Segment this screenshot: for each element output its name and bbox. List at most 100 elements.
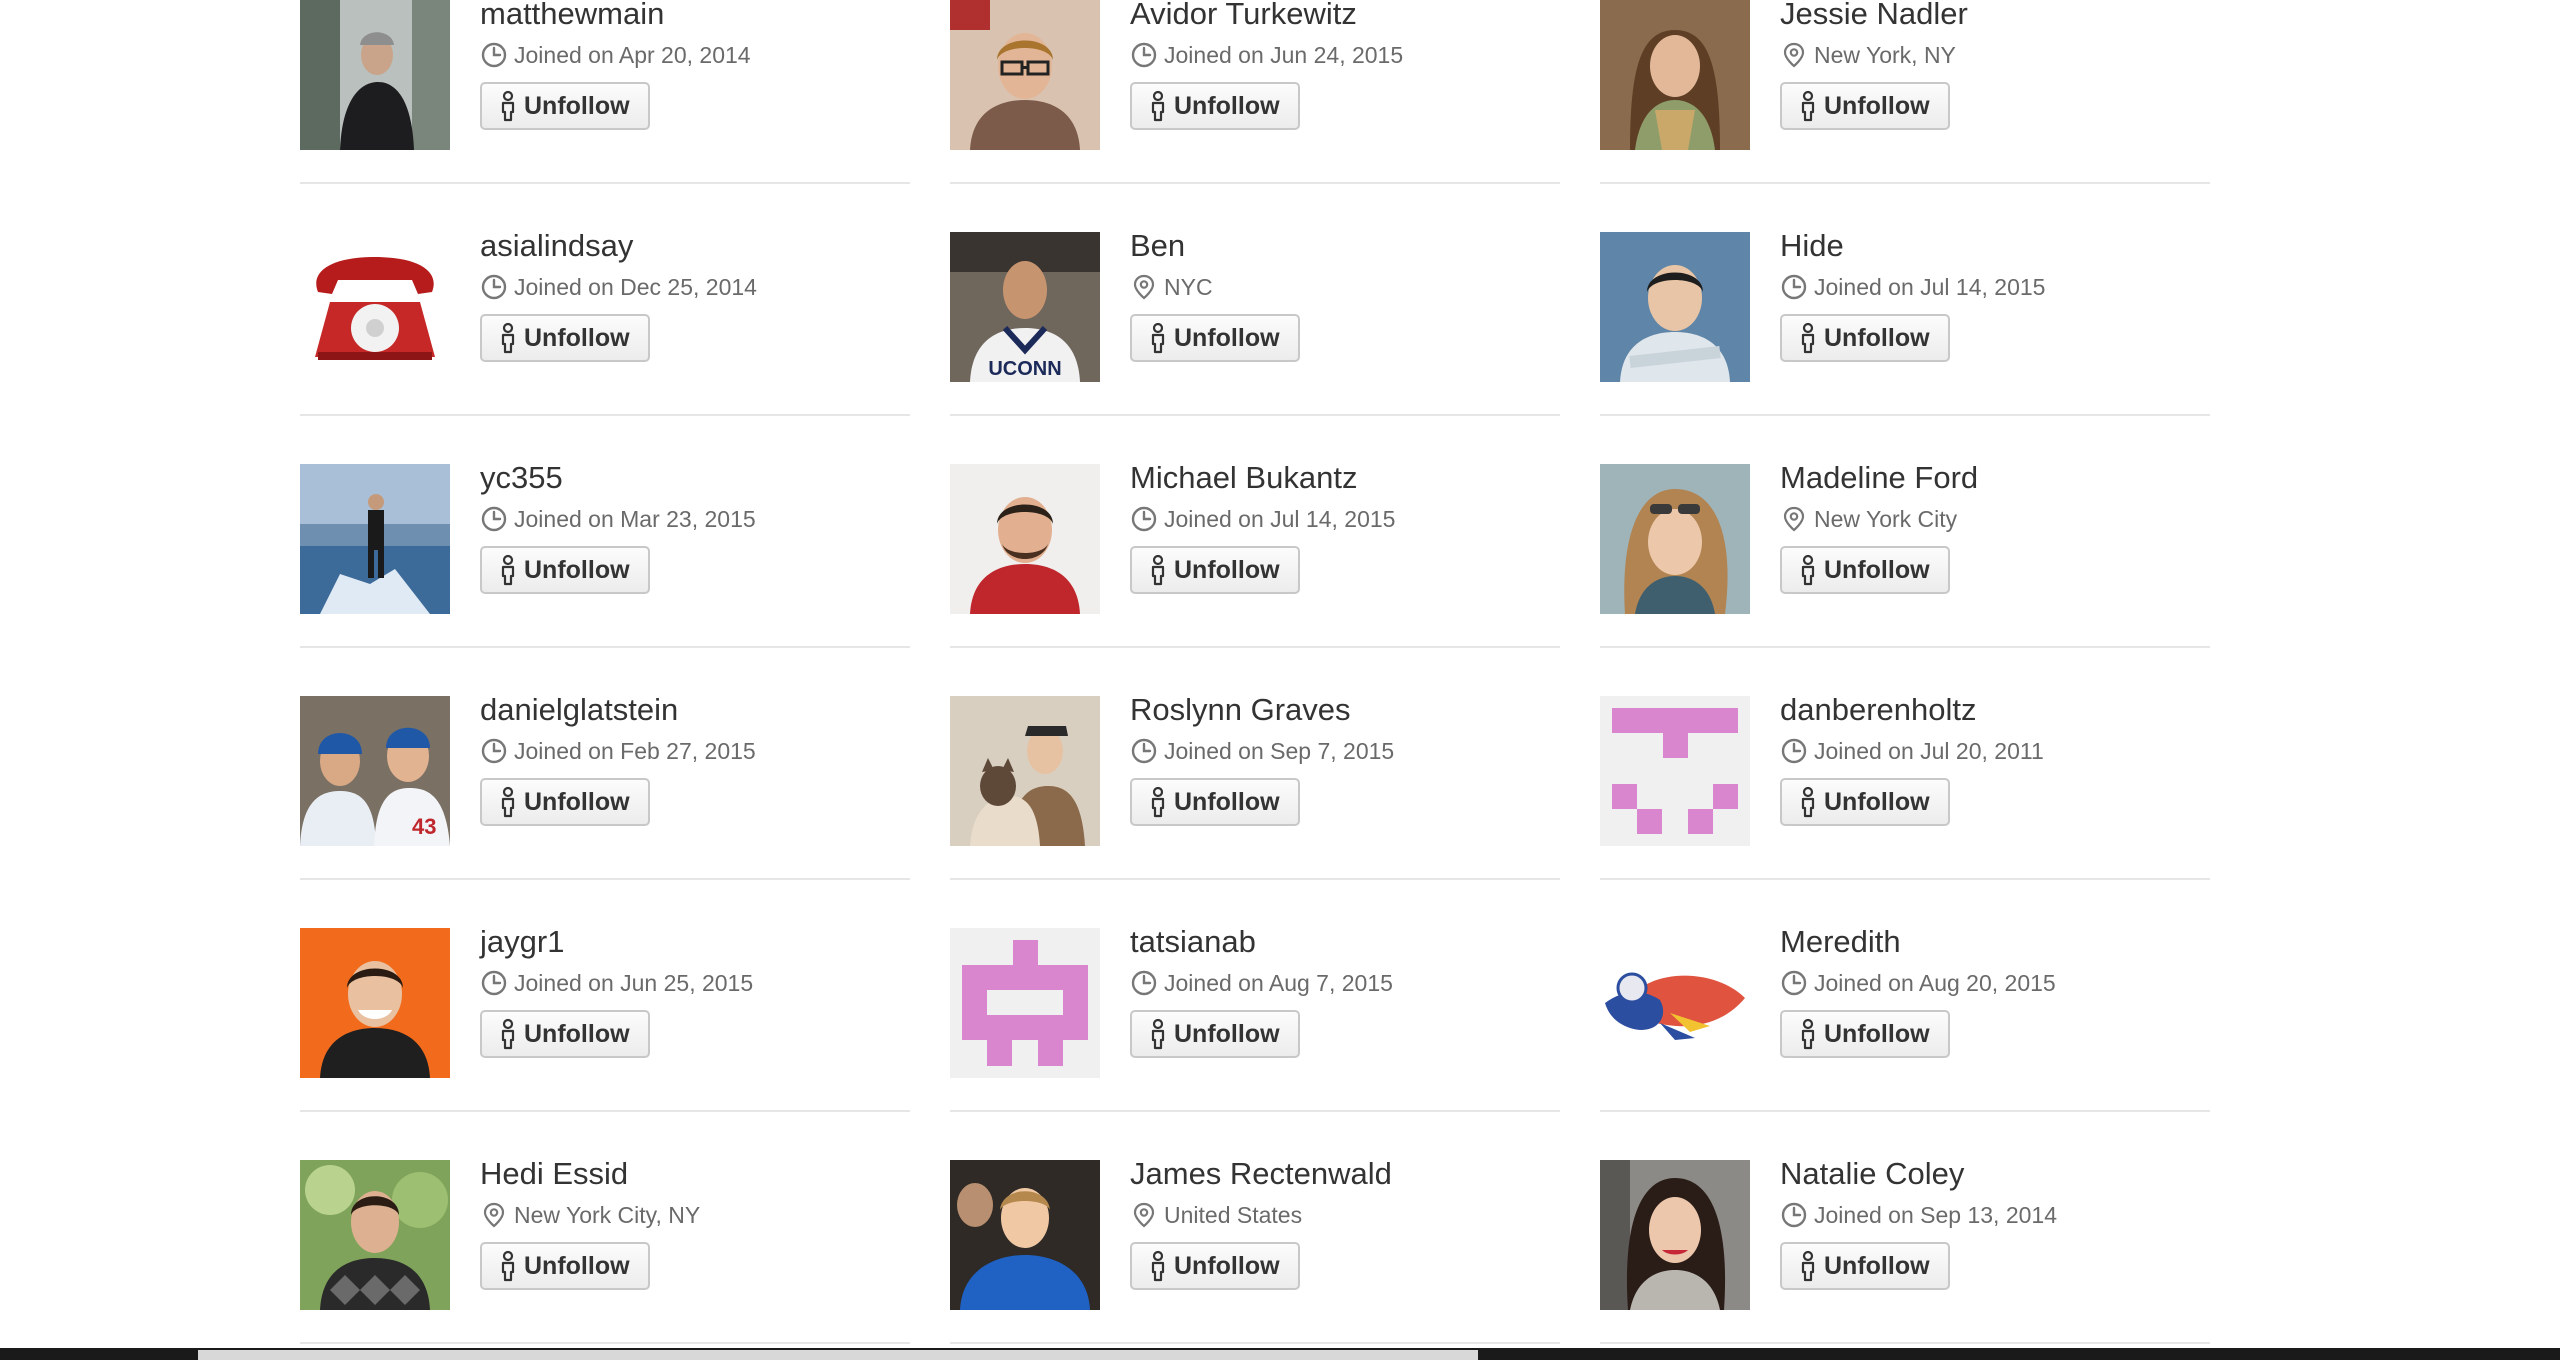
user-name[interactable]: Roslynn Graves <box>1130 692 1394 728</box>
unfollow-label: Unfollow <box>1824 787 1930 816</box>
user-name[interactable]: Meredith <box>1780 924 2056 960</box>
user-name[interactable]: Hedi Essid <box>480 1156 700 1192</box>
location-pin-icon <box>1130 273 1158 301</box>
person-icon <box>498 554 518 586</box>
avatar[interactable]: UCONN <box>950 232 1100 382</box>
clock-icon <box>1780 969 1808 997</box>
person-icon <box>1148 322 1168 354</box>
join-date: Joined on Feb 27, 2015 <box>514 738 756 764</box>
avatar[interactable] <box>1600 0 1750 150</box>
avatar[interactable] <box>1600 464 1750 614</box>
unfollow-button[interactable]: Unfollow <box>1130 778 1300 826</box>
person-icon <box>1148 786 1168 818</box>
avatar[interactable] <box>300 232 450 382</box>
user-name[interactable]: yc355 <box>480 460 756 496</box>
user-name[interactable]: Madeline Ford <box>1780 460 1978 496</box>
user-card: yc355 Joined on Mar 23, 2015 Unfollow <box>300 416 910 648</box>
join-date: Joined on Jul 14, 2015 <box>1164 506 1396 532</box>
user-name[interactable]: Avidor Turkewitz <box>1130 0 1403 32</box>
person-icon <box>498 1018 518 1050</box>
avatar[interactable] <box>950 928 1100 1078</box>
avatar[interactable] <box>950 1160 1100 1310</box>
unfollow-button[interactable]: Unfollow <box>1780 778 1950 826</box>
unfollow-button[interactable]: Unfollow <box>480 546 650 594</box>
unfollow-button[interactable]: Unfollow <box>1130 82 1300 130</box>
avatar[interactable] <box>300 928 450 1078</box>
user-name[interactable]: James Rectenwald <box>1130 1156 1392 1192</box>
avatar[interactable] <box>950 696 1100 846</box>
avatar[interactable] <box>1600 232 1750 382</box>
user-name[interactable]: danberenholtz <box>1780 692 2044 728</box>
person-icon <box>1148 1250 1168 1282</box>
clock-icon <box>480 41 508 69</box>
avatar[interactable] <box>1600 928 1750 1078</box>
unfollow-button[interactable]: Unfollow <box>480 1242 650 1290</box>
location-text: New York City, NY <box>514 1202 701 1228</box>
avatar[interactable] <box>300 464 450 614</box>
user-info: Meredith Joined on Aug 20, 2015 Unfollow <box>1780 924 2056 1058</box>
unfollow-button[interactable]: Unfollow <box>1780 82 1950 130</box>
taskbar-strip <box>198 1350 1478 1360</box>
user-info: Hedi Essid New York City, NY Unfollow <box>480 1156 700 1290</box>
avatar[interactable] <box>1600 1160 1750 1310</box>
user-info: yc355 Joined on Mar 23, 2015 Unfollow <box>480 460 756 594</box>
clock-icon <box>480 273 508 301</box>
person-icon <box>498 90 518 122</box>
unfollow-button[interactable]: Unfollow <box>1780 1242 1950 1290</box>
user-card: UCONN Ben NYC Unfollow <box>950 184 1560 416</box>
user-meta: Joined on Jun 25, 2015 <box>480 968 753 998</box>
user-name[interactable]: Hide <box>1780 228 2045 264</box>
person-icon <box>1798 90 1818 122</box>
unfollow-button[interactable]: Unfollow <box>1780 314 1950 362</box>
avatar[interactable] <box>300 1160 450 1310</box>
person-icon <box>498 1250 518 1282</box>
user-name[interactable]: matthewmain <box>480 0 751 32</box>
user-card: matthewmain Joined on Apr 20, 2014 Unfollo… <box>300 0 910 184</box>
user-card: jaygr1 Joined on Jun 25, 2015 Unfollow <box>300 880 910 1112</box>
user-meta: New York City, NY <box>480 1200 700 1230</box>
user-card: asialindsay Joined on Dec 25, 2014 Unfollo… <box>300 184 910 416</box>
user-info: asialindsay Joined on Dec 25, 2014 Unfollo… <box>480 228 757 362</box>
person-icon <box>1798 1018 1818 1050</box>
unfollow-label: Unfollow <box>1824 1251 1930 1280</box>
user-meta: Joined on Jul 20, 2011 <box>1780 736 2044 766</box>
user-card: James Rectenwald United States Unfollow <box>950 1112 1560 1344</box>
user-card: Jessie Nadler New York, NY Unfollow <box>1600 0 2210 184</box>
user-name[interactable]: Natalie Coley <box>1780 1156 2057 1192</box>
unfollow-button[interactable]: Unfollow <box>480 1010 650 1058</box>
unfollow-button[interactable]: Unfollow <box>1780 546 1950 594</box>
user-name[interactable]: danielglatstein <box>480 692 756 728</box>
unfollow-button[interactable]: Unfollow <box>1780 1010 1950 1058</box>
join-date: Joined on Sep 7, 2015 <box>1164 738 1395 764</box>
user-name[interactable]: Ben <box>1130 228 1300 264</box>
avatar[interactable] <box>300 0 450 150</box>
clock-icon <box>1130 41 1158 69</box>
user-card: Madeline Ford New York City Unfollow <box>1600 416 2210 648</box>
user-info: danberenholtz Joined on Jul 20, 2011 Unfol… <box>1780 692 2044 826</box>
join-date: Joined on Jun 24, 2015 <box>1164 42 1404 68</box>
unfollow-button[interactable]: Unfollow <box>1130 1010 1300 1058</box>
join-date: Joined on Dec 25, 2014 <box>514 274 757 300</box>
user-meta: United States <box>1130 1200 1392 1230</box>
unfollow-button[interactable]: Unfollow <box>480 82 650 130</box>
unfollow-button[interactable]: Unfollow <box>1130 546 1300 594</box>
user-card: Natalie Coley Joined on Sep 13, 2014 Unfol… <box>1600 1112 2210 1344</box>
unfollow-button[interactable]: Unfollow <box>1130 314 1300 362</box>
user-name[interactable]: Jessie Nadler <box>1780 0 1968 32</box>
user-name[interactable]: tatsianab <box>1130 924 1393 960</box>
person-icon <box>498 786 518 818</box>
user-name[interactable]: asialindsay <box>480 228 757 264</box>
user-name[interactable]: jaygr1 <box>480 924 753 960</box>
unfollow-label: Unfollow <box>524 555 630 584</box>
avatar[interactable]: 43 <box>300 696 450 846</box>
unfollow-label: Unfollow <box>524 323 630 352</box>
avatar[interactable] <box>950 0 1100 150</box>
avatar[interactable] <box>950 464 1100 614</box>
join-date: Joined on Jul 14, 2015 <box>1814 274 2046 300</box>
clock-icon <box>1780 737 1808 765</box>
unfollow-button[interactable]: Unfollow <box>1130 1242 1300 1290</box>
user-name[interactable]: Michael Bukantz <box>1130 460 1395 496</box>
avatar[interactable] <box>1600 696 1750 846</box>
unfollow-button[interactable]: Unfollow <box>480 314 650 362</box>
unfollow-button[interactable]: Unfollow <box>480 778 650 826</box>
